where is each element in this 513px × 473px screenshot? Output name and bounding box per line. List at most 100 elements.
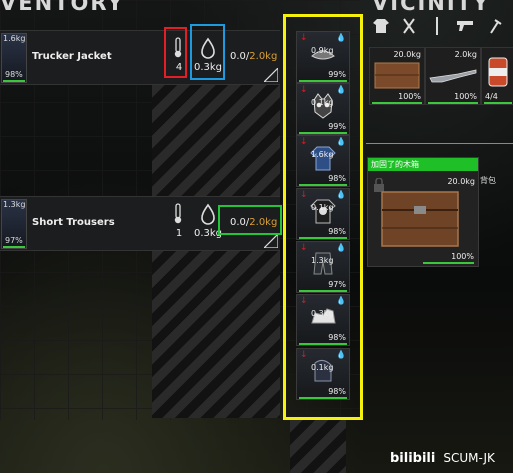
item-weight: 0.3kg <box>311 309 334 318</box>
vicinity-divider <box>366 143 513 144</box>
item-weight: 0.1kg <box>311 203 334 212</box>
water-weight-highlight <box>190 24 225 80</box>
item-weight: 1.6kg <box>3 34 26 43</box>
item-durability: 99% <box>328 70 346 79</box>
item-count: 4/4 <box>485 92 498 101</box>
warmth-highlight <box>164 27 187 78</box>
crate-icon <box>374 62 420 89</box>
capacity-highlight <box>218 205 282 235</box>
container-title: 加固了的木箱 <box>368 158 478 171</box>
drop-icon: 💧 <box>336 243 346 252</box>
container-weight: 20.0kg <box>447 177 475 186</box>
item-weight: 0.1kg <box>311 363 334 372</box>
rifle-icon <box>429 69 477 83</box>
drop-icon: 💧 <box>336 33 346 42</box>
down-arrow-icon: ↓ <box>300 243 308 253</box>
inventory-title: VENTORY <box>0 0 125 15</box>
clothing-name: Trucker Jacket <box>32 51 112 62</box>
item-durability: 99% <box>328 122 346 131</box>
equipped-slot-shoes[interactable]: ↓ 💧 0.3kg 98% <box>296 294 350 346</box>
item-weight: 1.3kg <box>3 200 26 209</box>
container-durability: 100% <box>451 252 474 261</box>
capacity-current: 0.0 <box>230 51 246 62</box>
down-arrow-icon: ↓ <box>300 296 308 306</box>
item-durability: 97% <box>5 236 23 245</box>
equipped-slot-gloves[interactable]: ↓ 💧 0.1kg 98% <box>296 348 350 400</box>
down-arrow-icon: ↓ <box>300 33 308 43</box>
durability-bar <box>3 80 25 82</box>
item-durability: 100% <box>454 92 477 101</box>
durability-bar <box>372 102 422 104</box>
hatched-area-equip-bottom <box>290 420 346 473</box>
container-reinforced-crate[interactable]: 加固了的木箱 20.0kg 100% <box>367 157 479 267</box>
drop-icon: 💧 <box>336 190 346 199</box>
item-weight: 0.9kg <box>311 46 334 55</box>
drop-icon: 💧 <box>336 350 346 359</box>
durability-bar <box>299 132 347 134</box>
item-weight: 0.1kg <box>311 98 334 107</box>
item-durability: 98% <box>328 333 346 342</box>
resize-corner-icon[interactable] <box>264 68 278 82</box>
trousers-thumbnail[interactable]: 1.3kg 97% <box>1 199 27 249</box>
equipped-slot-bandana[interactable]: ↓ 💧 0.9kg 99% <box>296 31 350 83</box>
item-durability: 98% <box>5 70 23 79</box>
item-weight: 1.6kg <box>311 150 334 159</box>
item-durability: 98% <box>328 227 346 236</box>
capacity-readout: 0.0/2.0kg <box>230 51 277 62</box>
item-weight: 1.3kg <box>311 256 334 265</box>
hammer-icon[interactable] <box>488 18 502 34</box>
drop-icon: 💧 <box>336 296 346 305</box>
water-drop-icon <box>201 203 215 225</box>
item-durability: 98% <box>328 174 346 183</box>
durability-bar <box>3 246 25 248</box>
can-icon <box>488 57 508 87</box>
durability-bar <box>423 262 474 264</box>
thermometer-icon <box>174 203 182 224</box>
durability-bar <box>484 102 512 104</box>
crate-icon <box>381 191 459 247</box>
hatched-area-top <box>152 85 280 196</box>
item-durability: 97% <box>328 280 346 289</box>
item-weight: 2.0kg <box>454 50 477 59</box>
down-arrow-icon: ↓ <box>300 350 308 360</box>
watermark: bilibili SCUM-JK <box>390 451 495 466</box>
clothing-name: Short Trousers <box>32 217 115 228</box>
shirt-icon[interactable] <box>372 18 390 34</box>
watermark-channel: SCUM-JK <box>443 451 495 465</box>
jacket-thumbnail[interactable]: 1.6kg 98% <box>1 33 27 83</box>
durability-bar <box>299 80 347 82</box>
equipped-slot-jacket[interactable]: ↓ 💧 1.6kg 98% <box>296 135 350 187</box>
durability-bar <box>299 343 347 345</box>
item-durability: 98% <box>328 387 346 396</box>
item-weight: 20.0kg <box>393 50 421 59</box>
down-arrow-icon: ↓ <box>300 85 308 95</box>
equipped-slot-mask[interactable]: ↓ 💧 0.1kg 99% <box>296 83 350 135</box>
scissors-icon[interactable] <box>402 18 416 34</box>
drop-icon: 💧 <box>336 85 346 94</box>
warmth-value: 1 <box>175 228 183 239</box>
clothing-row-trucker-jacket[interactable]: 1.6kg 98% Trucker Jacket 4 0.3kg 0.0/2.0… <box>0 30 280 85</box>
backpack-label: 背包 <box>480 176 496 185</box>
equipped-slot-trousers[interactable]: ↓ 💧 1.3kg 97% <box>296 241 350 293</box>
resize-corner-icon[interactable] <box>264 234 278 248</box>
down-arrow-icon: ↓ <box>300 190 308 200</box>
durability-bar <box>428 102 478 104</box>
vicinity-item-rifle[interactable]: 2.0kg 100% <box>425 47 481 105</box>
drop-icon: 💧 <box>336 137 346 146</box>
capacity-max: 2.0kg <box>249 51 278 62</box>
durability-bar <box>299 237 347 239</box>
knife-icon[interactable] <box>434 17 440 35</box>
watermark-brand: bilibili <box>390 451 436 466</box>
equipped-slot-shirt[interactable]: ↓ 💧 0.1kg 98% <box>296 188 350 240</box>
vicinity-filter-bar <box>372 17 512 39</box>
vicinity-item-can[interactable]: 4/4 <box>481 47 513 105</box>
pistol-icon[interactable] <box>456 20 474 32</box>
hatched-area-bottom <box>152 250 280 418</box>
durability-bar <box>299 397 347 399</box>
vicinity-item-crate[interactable]: 20.0kg 100% <box>369 47 425 105</box>
down-arrow-icon: ↓ <box>300 137 308 147</box>
durability-bar <box>299 184 347 186</box>
item-durability: 100% <box>398 92 421 101</box>
durability-bar <box>299 290 347 292</box>
vicinity-title: VICINITY <box>372 0 491 15</box>
